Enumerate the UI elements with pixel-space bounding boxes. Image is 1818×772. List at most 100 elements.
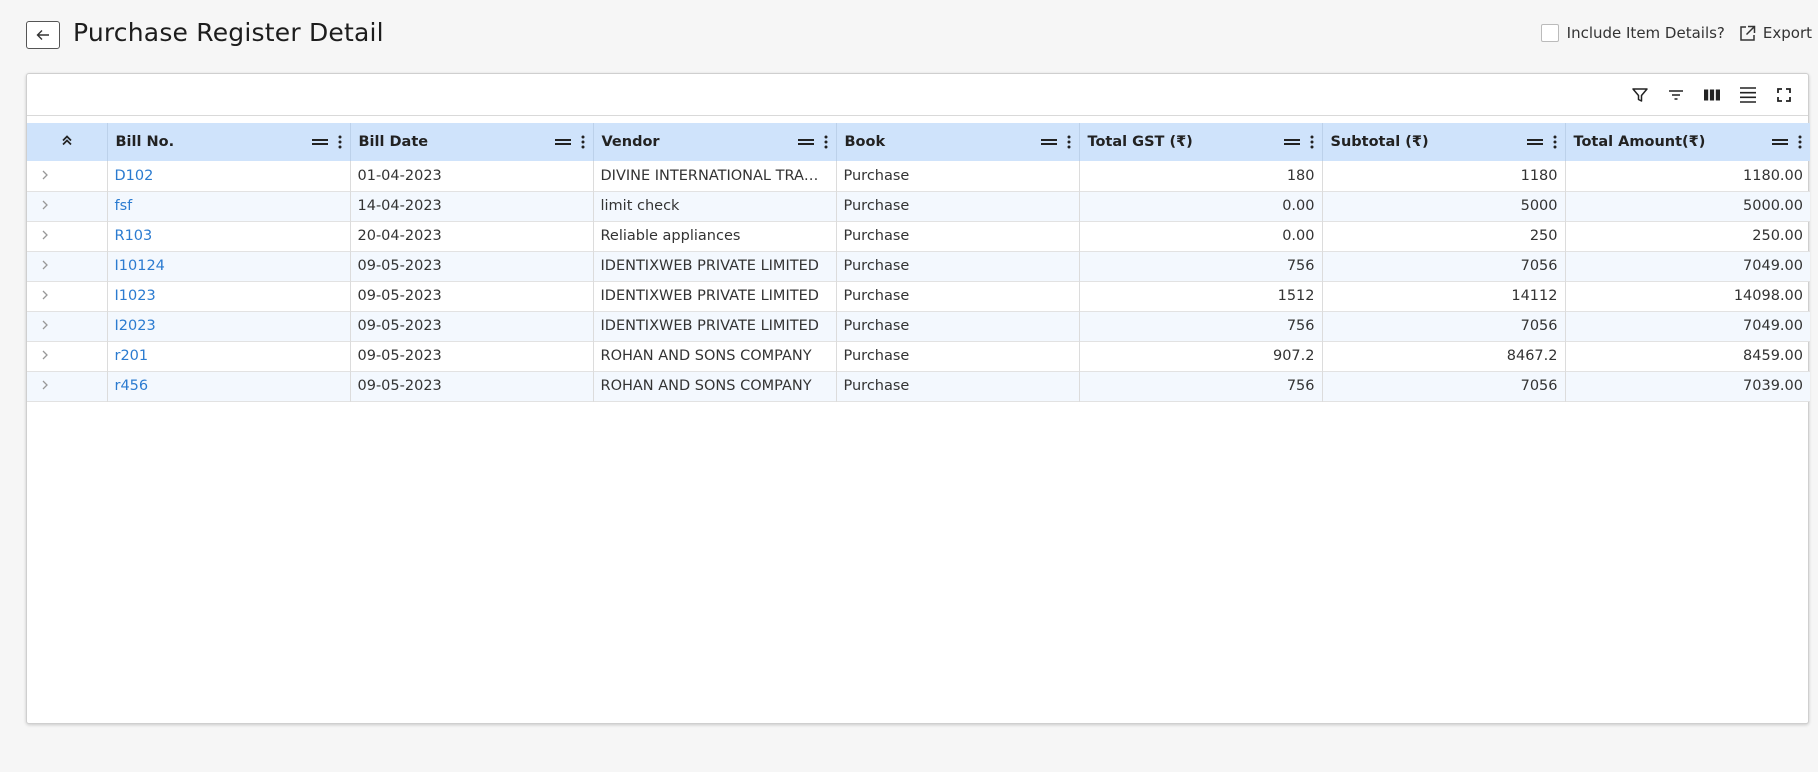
bill-no-link[interactable]: D102 xyxy=(115,168,154,184)
columns-icon[interactable] xyxy=(1702,85,1722,105)
column-label: Book xyxy=(844,134,886,150)
chevron-right-icon xyxy=(42,290,48,300)
drag-handle-icon[interactable] xyxy=(311,138,328,146)
column-menu-icon[interactable] xyxy=(824,135,828,149)
export-button[interactable]: Export xyxy=(1739,24,1812,42)
back-button[interactable] xyxy=(26,21,60,49)
cell-bill-date: 20-04-2023 xyxy=(350,221,594,251)
drag-handle-icon[interactable] xyxy=(1040,138,1057,146)
column-label: Bill No. xyxy=(115,134,175,150)
cell-vendor: ROHAN AND SONS COMPANY xyxy=(593,371,837,401)
cell-total-gst: 180 xyxy=(1079,161,1323,191)
chevron-right-icon xyxy=(42,320,48,330)
cell-total-amount: 250.00 xyxy=(1752,228,1803,244)
cell-subtotal: 7056 xyxy=(1322,251,1566,281)
row-expand-button[interactable] xyxy=(27,221,108,251)
cell-total-amount: 7049.00 xyxy=(1743,258,1803,274)
column-header-total-amount[interactable]: Total Amount(₹) xyxy=(1565,123,1810,161)
table-row[interactable]: r456 09-05-2023 ROHAN AND SONS COMPANY Purc… xyxy=(27,371,1810,401)
column-header-vendor[interactable]: Vendor xyxy=(593,123,837,161)
chevron-right-icon xyxy=(42,260,48,270)
bill-no-link[interactable]: I1023 xyxy=(115,288,156,304)
cell-book: Purchase xyxy=(836,371,1080,401)
row-expand-button[interactable] xyxy=(27,311,108,341)
fullscreen-icon[interactable] xyxy=(1774,85,1794,105)
cell-book: Purchase xyxy=(836,251,1080,281)
drag-handle-icon[interactable] xyxy=(1283,138,1300,146)
cell-total-gst: 907.2 xyxy=(1079,341,1323,371)
column-menu-icon[interactable] xyxy=(581,135,585,149)
cell-bill-no: I1023 xyxy=(107,281,351,311)
row-expand-button[interactable] xyxy=(27,341,108,371)
chevron-right-icon xyxy=(42,380,48,390)
table-row[interactable]: r201 09-05-2023 ROHAN AND SONS COMPANY Purc… xyxy=(27,341,1810,371)
chevron-right-icon xyxy=(42,170,48,180)
column-header-book[interactable]: Book xyxy=(836,123,1080,161)
bill-no-link[interactable]: R103 xyxy=(115,228,153,244)
chevron-right-icon xyxy=(42,350,48,360)
sort-icon[interactable] xyxy=(1666,85,1686,105)
row-expand-button[interactable] xyxy=(27,161,108,191)
header-actions: Include Item Details? Export xyxy=(1540,24,1812,42)
cell-subtotal: 7056 xyxy=(1322,371,1566,401)
export-label: Export xyxy=(1762,24,1812,42)
cell-book: Purchase xyxy=(836,161,1080,191)
column-header-bill-date[interactable]: Bill Date xyxy=(350,123,594,161)
cell-total-amount: 5000.00 xyxy=(1743,198,1803,214)
column-menu-icon[interactable] xyxy=(338,135,342,149)
column-label: Bill Date xyxy=(358,134,429,150)
drag-handle-icon[interactable] xyxy=(1772,138,1788,146)
bill-no-link[interactable]: I10124 xyxy=(115,258,165,274)
cell-book: Purchase xyxy=(836,281,1080,311)
cell-vendor: IDENTIXWEB PRIVATE LIMITED xyxy=(593,311,837,341)
drag-handle-icon[interactable] xyxy=(554,138,571,146)
bill-no-link[interactable]: r456 xyxy=(115,378,149,394)
column-label: Total GST (₹) xyxy=(1087,134,1193,150)
column-menu-icon[interactable] xyxy=(1553,135,1557,149)
table-row[interactable]: R103 20-04-2023 Reliable appliances Purchas… xyxy=(27,221,1810,251)
cell-total-amount: 7049.00 xyxy=(1743,318,1803,334)
cell-vendor: limit check xyxy=(593,191,837,221)
cell-bill-date: 09-05-2023 xyxy=(350,281,594,311)
row-expand-button[interactable] xyxy=(27,371,108,401)
row-expand-button[interactable] xyxy=(27,281,108,311)
page-header: Purchase Register Detail Include Item De… xyxy=(0,0,1818,72)
row-expand-button[interactable] xyxy=(27,251,108,281)
row-expand-button[interactable] xyxy=(27,191,108,221)
cell-bill-date: 09-05-2023 xyxy=(350,311,594,341)
cell-subtotal: 7056 xyxy=(1322,311,1566,341)
cell-subtotal: 14112 xyxy=(1322,281,1566,311)
include-item-details-label[interactable]: Include Item Details? xyxy=(1567,24,1725,42)
column-label: Total Amount(₹) xyxy=(1573,134,1706,150)
cell-bill-date: 14-04-2023 xyxy=(350,191,594,221)
arrow-left-icon xyxy=(36,30,49,40)
density-icon[interactable] xyxy=(1738,85,1758,105)
cell-subtotal: 1180 xyxy=(1322,161,1566,191)
table-row[interactable]: I2023 09-05-2023 IDENTIXWEB PRIVATE LIMITE… xyxy=(27,311,1810,341)
bill-no-link[interactable]: I2023 xyxy=(115,318,156,334)
cell-bill-no: fsf xyxy=(107,191,351,221)
table-row[interactable]: I1023 09-05-2023 IDENTIXWEB PRIVATE LIMITE… xyxy=(27,281,1810,311)
page-title: Purchase Register Detail xyxy=(73,18,384,47)
drag-handle-icon[interactable] xyxy=(797,138,814,146)
include-item-details-checkbox[interactable] xyxy=(1540,24,1559,42)
column-header-total-gst[interactable]: Total GST (₹) xyxy=(1079,123,1323,161)
drag-handle-icon[interactable] xyxy=(1526,138,1543,146)
table-row[interactable]: fsf 14-04-2023 limit check Purchase 0.00 5000… xyxy=(27,191,1810,221)
chevron-right-icon xyxy=(42,230,48,240)
column-menu-icon[interactable] xyxy=(1067,135,1071,149)
table-row[interactable]: I10124 09-05-2023 IDENTIXWEB PRIVATE LIMIT… xyxy=(27,251,1810,281)
column-header-bill-no[interactable]: Bill No. xyxy=(107,123,351,161)
bill-no-link[interactable]: r201 xyxy=(115,348,149,364)
purchase-register-table: Bill No. Bill Date Vendor Book Total GST… xyxy=(27,123,1810,402)
cell-bill-date: 09-05-2023 xyxy=(350,341,594,371)
column-header-subtotal[interactable]: Subtotal (₹) xyxy=(1322,123,1566,161)
cell-bill-date: 09-05-2023 xyxy=(350,251,594,281)
column-menu-icon[interactable] xyxy=(1310,135,1314,149)
cell-book: Purchase xyxy=(836,311,1080,341)
bill-no-link[interactable]: fsf xyxy=(115,198,133,214)
table-row[interactable]: D102 01-04-2023 DIVINE INTERNATIONAL TRADI… xyxy=(27,161,1810,191)
column-menu-icon[interactable] xyxy=(1798,135,1802,149)
collapse-all-button[interactable] xyxy=(27,123,108,161)
filter-icon[interactable] xyxy=(1630,85,1650,105)
